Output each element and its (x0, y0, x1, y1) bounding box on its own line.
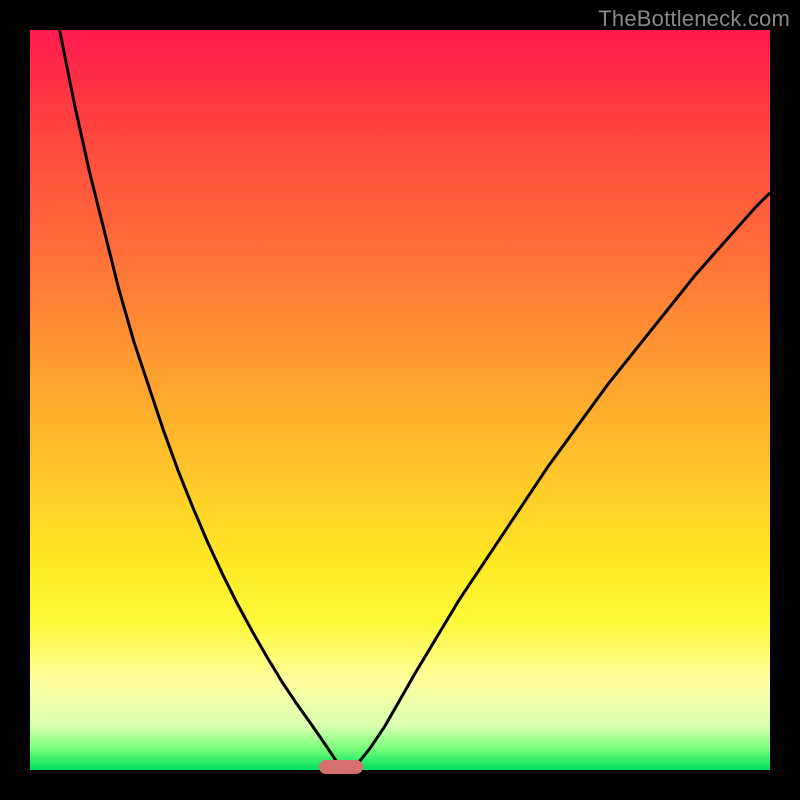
bottleneck-curve (30, 30, 770, 770)
curve-right-branch (356, 193, 770, 767)
minimum-marker (319, 760, 363, 774)
plot-area (30, 30, 770, 770)
watermark-text: TheBottleneck.com (598, 6, 790, 32)
curve-left-branch (60, 30, 341, 768)
chart-frame: TheBottleneck.com (0, 0, 800, 800)
